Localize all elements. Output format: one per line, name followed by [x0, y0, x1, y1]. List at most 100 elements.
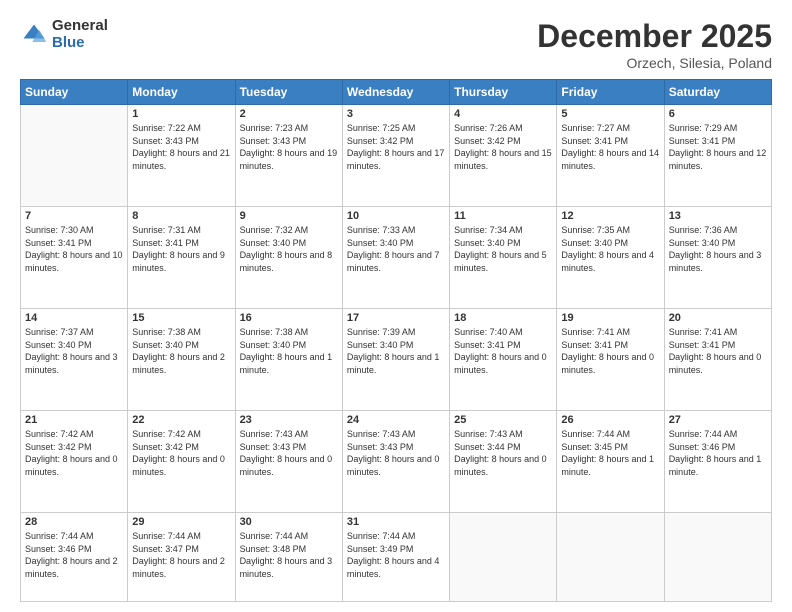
- calendar-table: SundayMondayTuesdayWednesdayThursdayFrid…: [20, 79, 772, 602]
- day-number: 5: [561, 108, 659, 120]
- table-row: 15 Sunrise: 7:38 AMSunset: 3:40 PMDayligh…: [128, 309, 235, 411]
- table-row: 5 Sunrise: 7:27 AMSunset: 3:41 PMDaylight…: [557, 105, 664, 207]
- cell-details: Sunrise: 7:44 AMSunset: 3:49 PMDaylight:…: [347, 530, 445, 580]
- day-number: 1: [132, 108, 230, 120]
- week-row-3: 21 Sunrise: 7:42 AMSunset: 3:42 PMDayligh…: [21, 411, 772, 513]
- day-number: 12: [561, 210, 659, 222]
- table-row: 13Sunrise: 7:36 AMSunset: 3:40 PMDayligh…: [664, 207, 771, 309]
- cell-details: Sunrise: 7:37 AMSunset: 3:40 PMDaylight:…: [25, 326, 123, 376]
- day-number: 11: [454, 210, 552, 222]
- cell-details: Sunrise: 7:41 AMSunset: 3:41 PMDaylight:…: [561, 326, 659, 376]
- day-number: 8: [132, 210, 230, 222]
- day-number: 4: [454, 108, 552, 120]
- table-row: [557, 513, 664, 602]
- table-row: 24Sunrise: 7:43 AMSunset: 3:43 PMDayligh…: [342, 411, 449, 513]
- day-number: 29: [132, 516, 230, 528]
- cell-details: Sunrise: 7:44 AMSunset: 3:46 PMDaylight:…: [669, 428, 767, 478]
- day-number: 23: [240, 414, 338, 426]
- cell-details: Sunrise: 7:26 AMSunset: 3:42 PMDaylight:…: [454, 122, 552, 172]
- table-row: 22 Sunrise: 7:42 AMSunset: 3:42 PMDayligh…: [128, 411, 235, 513]
- table-row: 28 Sunrise: 7:44 AMSunset: 3:46 PMDayligh…: [21, 513, 128, 602]
- table-row: [450, 513, 557, 602]
- cell-details: Sunrise: 7:38 AMSunset: 3:40 PMDaylight:…: [240, 326, 338, 376]
- day-number: 7: [25, 210, 123, 222]
- table-row: 16Sunrise: 7:38 AMSunset: 3:40 PMDayligh…: [235, 309, 342, 411]
- table-row: [664, 513, 771, 602]
- day-number: 31: [347, 516, 445, 528]
- cell-details: Sunrise: 7:23 AMSunset: 3:43 PMDaylight:…: [240, 122, 338, 172]
- day-number: 9: [240, 210, 338, 222]
- cell-details: Sunrise: 7:44 AMSunset: 3:48 PMDaylight:…: [240, 530, 338, 580]
- table-row: 26Sunrise: 7:44 AMSunset: 3:45 PMDayligh…: [557, 411, 664, 513]
- table-row: 21 Sunrise: 7:42 AMSunset: 3:42 PMDayligh…: [21, 411, 128, 513]
- table-row: 12 Sunrise: 7:35 AMSunset: 3:40 PMDayligh…: [557, 207, 664, 309]
- table-row: 11 Sunrise: 7:34 AMSunset: 3:40 PMDayligh…: [450, 207, 557, 309]
- weekday-header-sunday: Sunday: [21, 80, 128, 105]
- weekday-header-saturday: Saturday: [664, 80, 771, 105]
- day-number: 28: [25, 516, 123, 528]
- table-row: 4 Sunrise: 7:26 AMSunset: 3:42 PMDaylight…: [450, 105, 557, 207]
- table-row: 17 Sunrise: 7:39 AMSunset: 3:40 PMDayligh…: [342, 309, 449, 411]
- table-row: 27 Sunrise: 7:44 AMSunset: 3:46 PMDayligh…: [664, 411, 771, 513]
- cell-details: Sunrise: 7:35 AMSunset: 3:40 PMDaylight:…: [561, 224, 659, 274]
- week-row-4: 28 Sunrise: 7:44 AMSunset: 3:46 PMDayligh…: [21, 513, 772, 602]
- table-row: 3 Sunrise: 7:25 AMSunset: 3:42 PMDaylight…: [342, 105, 449, 207]
- cell-details: Sunrise: 7:38 AMSunset: 3:40 PMDaylight:…: [132, 326, 230, 376]
- day-number: 30: [240, 516, 338, 528]
- week-row-2: 14Sunrise: 7:37 AMSunset: 3:40 PMDayligh…: [21, 309, 772, 411]
- cell-details: Sunrise: 7:43 AMSunset: 3:43 PMDaylight:…: [347, 428, 445, 478]
- weekday-header-thursday: Thursday: [450, 80, 557, 105]
- weekday-header-row: SundayMondayTuesdayWednesdayThursdayFrid…: [21, 80, 772, 105]
- cell-details: Sunrise: 7:39 AMSunset: 3:40 PMDaylight:…: [347, 326, 445, 376]
- day-number: 2: [240, 108, 338, 120]
- table-row: 31 Sunrise: 7:44 AMSunset: 3:49 PMDayligh…: [342, 513, 449, 602]
- cell-details: Sunrise: 7:44 AMSunset: 3:46 PMDaylight:…: [25, 530, 123, 580]
- table-row: 9 Sunrise: 7:32 AMSunset: 3:40 PMDaylight…: [235, 207, 342, 309]
- cell-details: Sunrise: 7:40 AMSunset: 3:41 PMDaylight:…: [454, 326, 552, 376]
- cell-details: Sunrise: 7:43 AMSunset: 3:44 PMDaylight:…: [454, 428, 552, 478]
- title-section: December 2025 Orzech, Silesia, Poland: [537, 18, 772, 71]
- day-number: 25: [454, 414, 552, 426]
- month-title: December 2025: [537, 18, 772, 55]
- cell-details: Sunrise: 7:43 AMSunset: 3:43 PMDaylight:…: [240, 428, 338, 478]
- weekday-header-tuesday: Tuesday: [235, 80, 342, 105]
- logo-text: General Blue: [52, 18, 108, 51]
- table-row: 1 Sunrise: 7:22 AMSunset: 3:43 PMDaylight…: [128, 105, 235, 207]
- table-row: 10Sunrise: 7:33 AMSunset: 3:40 PMDayligh…: [342, 207, 449, 309]
- weekday-header-monday: Monday: [128, 80, 235, 105]
- week-row-0: 1 Sunrise: 7:22 AMSunset: 3:43 PMDaylight…: [21, 105, 772, 207]
- logo-general-text: General: [52, 18, 108, 35]
- cell-details: Sunrise: 7:42 AMSunset: 3:42 PMDaylight:…: [25, 428, 123, 478]
- table-row: 6 Sunrise: 7:29 AMSunset: 3:41 PMDaylight…: [664, 105, 771, 207]
- logo-icon: [20, 21, 48, 49]
- cell-details: Sunrise: 7:29 AMSunset: 3:41 PMDaylight:…: [669, 122, 767, 172]
- day-number: 21: [25, 414, 123, 426]
- cell-details: Sunrise: 7:44 AMSunset: 3:45 PMDaylight:…: [561, 428, 659, 478]
- cell-details: Sunrise: 7:41 AMSunset: 3:41 PMDaylight:…: [669, 326, 767, 376]
- cell-details: Sunrise: 7:22 AMSunset: 3:43 PMDaylight:…: [132, 122, 230, 172]
- week-row-1: 7 Sunrise: 7:30 AMSunset: 3:41 PMDaylight…: [21, 207, 772, 309]
- table-row: 2 Sunrise: 7:23 AMSunset: 3:43 PMDaylight…: [235, 105, 342, 207]
- day-number: 10: [347, 210, 445, 222]
- header: General Blue December 2025 Orzech, Siles…: [20, 18, 772, 71]
- day-number: 13: [669, 210, 767, 222]
- table-row: 20Sunrise: 7:41 AMSunset: 3:41 PMDayligh…: [664, 309, 771, 411]
- cell-details: Sunrise: 7:32 AMSunset: 3:40 PMDaylight:…: [240, 224, 338, 274]
- cell-details: Sunrise: 7:34 AMSunset: 3:40 PMDaylight:…: [454, 224, 552, 274]
- table-row: 14Sunrise: 7:37 AMSunset: 3:40 PMDayligh…: [21, 309, 128, 411]
- cell-details: Sunrise: 7:27 AMSunset: 3:41 PMDaylight:…: [561, 122, 659, 172]
- table-row: 19 Sunrise: 7:41 AMSunset: 3:41 PMDayligh…: [557, 309, 664, 411]
- cell-details: Sunrise: 7:25 AMSunset: 3:42 PMDaylight:…: [347, 122, 445, 172]
- day-number: 19: [561, 312, 659, 324]
- day-number: 3: [347, 108, 445, 120]
- day-number: 22: [132, 414, 230, 426]
- table-row: 30 Sunrise: 7:44 AMSunset: 3:48 PMDayligh…: [235, 513, 342, 602]
- day-number: 17: [347, 312, 445, 324]
- cell-details: Sunrise: 7:30 AMSunset: 3:41 PMDaylight:…: [25, 224, 123, 274]
- day-number: 27: [669, 414, 767, 426]
- day-number: 15: [132, 312, 230, 324]
- table-row: 8Sunrise: 7:31 AMSunset: 3:41 PMDaylight…: [128, 207, 235, 309]
- day-number: 6: [669, 108, 767, 120]
- weekday-header-wednesday: Wednesday: [342, 80, 449, 105]
- cell-details: Sunrise: 7:42 AMSunset: 3:42 PMDaylight:…: [132, 428, 230, 478]
